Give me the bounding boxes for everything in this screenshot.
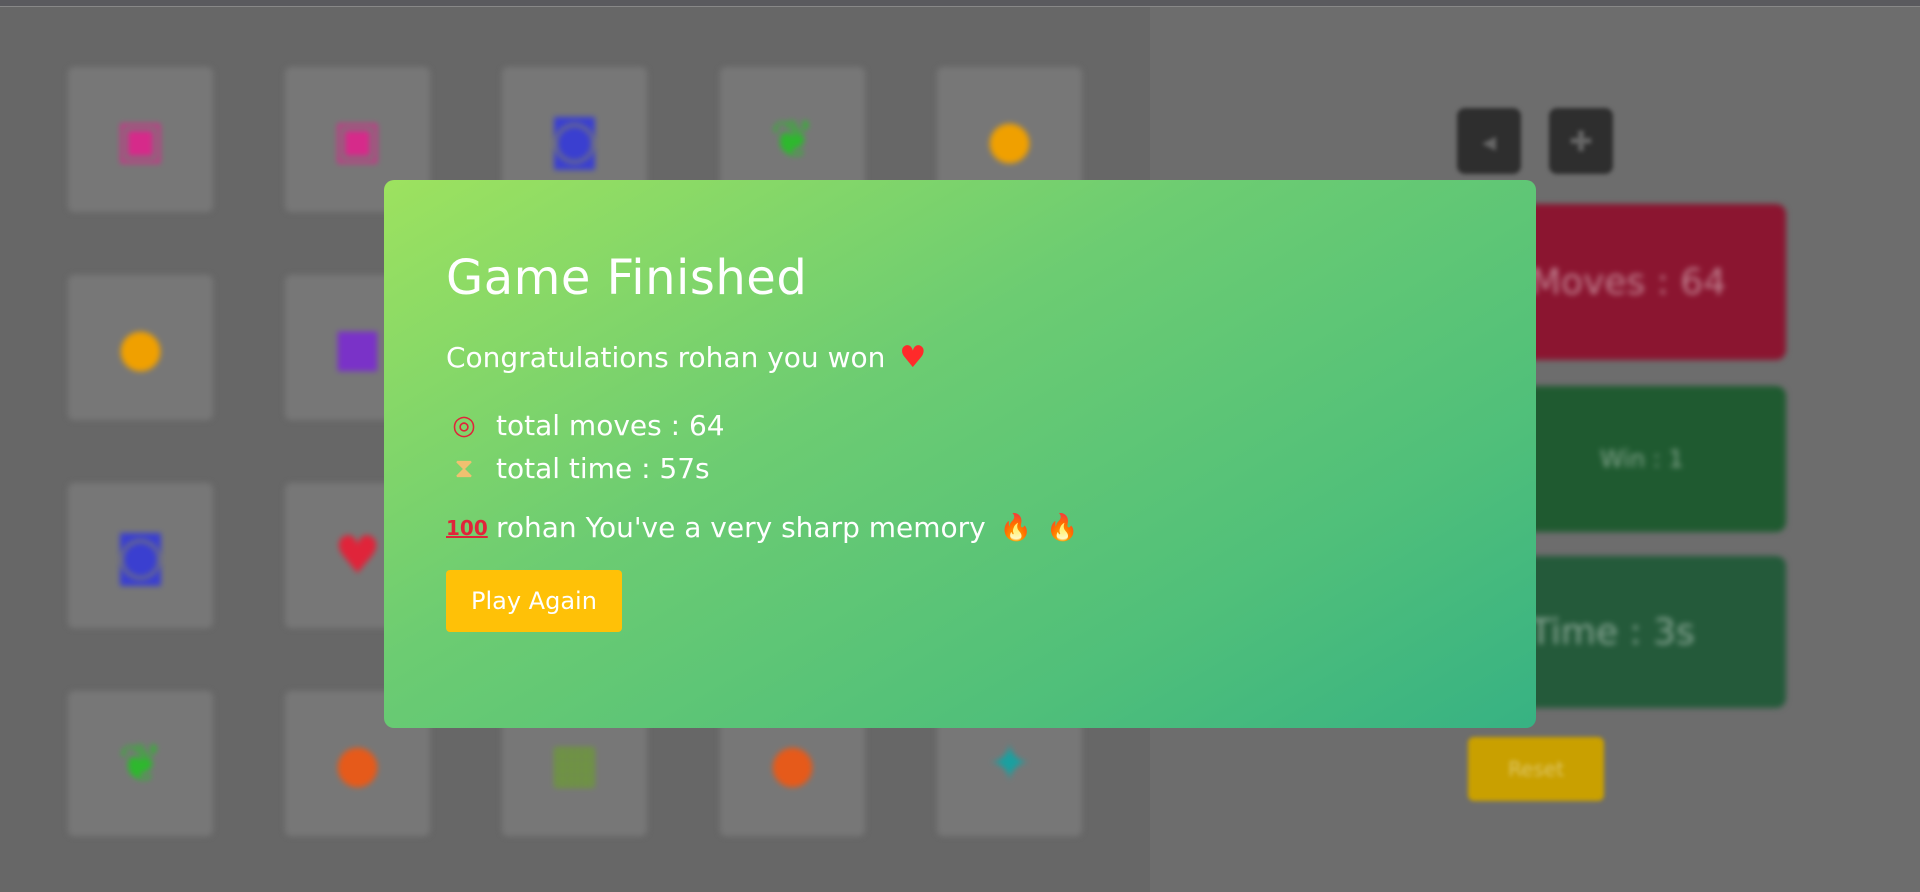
- reset-button[interactable]: Reset: [1468, 737, 1604, 801]
- congrats-line: Congratulations rohan you won ♥: [446, 340, 1474, 375]
- map-icon: ▦: [549, 733, 600, 794]
- seedling-icon: ❦: [770, 109, 815, 170]
- browser-top-strip: [0, 0, 1920, 7]
- memory-card[interactable]: ❦: [68, 691, 213, 836]
- total-moves-line: ◎ total moves : 64: [446, 409, 1474, 442]
- heart-icon: ♥: [899, 340, 927, 375]
- seedling-icon: ❦: [118, 733, 163, 794]
- memory-card[interactable]: ▣: [68, 67, 213, 212]
- moves-label: Moves : 64: [1530, 261, 1727, 303]
- total-time-line: ⧗ total time : 57s: [446, 452, 1474, 485]
- modal-title: Game Finished: [446, 250, 808, 306]
- lightbulb-icon: ●: [986, 109, 1033, 170]
- lightbulb-icon: ●: [117, 317, 164, 378]
- game-finished-modal: Game Finished Congratulations rohan you …: [384, 180, 1536, 728]
- sound-toggle-button[interactable]: ◂: [1457, 108, 1521, 174]
- total-time-text: total time : 57s: [496, 452, 710, 485]
- memory-card[interactable]: ●: [68, 275, 213, 420]
- hourglass-icon: ⧗: [454, 452, 474, 484]
- purple-square-icon: ■: [332, 317, 383, 378]
- wins-label: Win : 1: [1600, 445, 1684, 473]
- puzzle-icon: ✦: [987, 733, 1032, 794]
- hundred-points-icon: 100: [446, 515, 488, 540]
- wins-card: Win : 1: [1500, 386, 1786, 532]
- camera-icon: ◙: [115, 525, 166, 586]
- memory-card[interactable]: ◙: [68, 483, 213, 628]
- settings-button[interactable]: ✚: [1549, 108, 1613, 174]
- instagram-icon: ▣: [115, 109, 166, 170]
- target-icon: ◎: [452, 410, 476, 441]
- reset-label: Reset: [1508, 757, 1564, 781]
- heart-icon: ♥: [334, 525, 381, 586]
- time-label: Time : 3s: [1530, 611, 1695, 653]
- sharp-memory-text: rohan You've a very sharp memory: [496, 511, 986, 544]
- fire-icon: 🔥: [999, 512, 1033, 543]
- fire-icon: ●: [334, 733, 381, 794]
- moves-card: Moves : 64: [1500, 204, 1786, 360]
- instagram-icon: ▣: [332, 109, 383, 170]
- sharp-memory-line: 100 rohan You've a very sharp memory 🔥 🔥: [446, 511, 1474, 544]
- time-card: Time : 3s: [1500, 556, 1786, 708]
- fire-icon: 🔥: [1046, 512, 1079, 543]
- camera-icon: ◙: [549, 109, 600, 170]
- total-moves-text: total moves : 64: [496, 409, 725, 442]
- fire-icon: ●: [769, 733, 816, 794]
- play-again-button[interactable]: Play Again: [446, 570, 622, 632]
- congrats-text: Congratulations rohan you won: [446, 341, 886, 374]
